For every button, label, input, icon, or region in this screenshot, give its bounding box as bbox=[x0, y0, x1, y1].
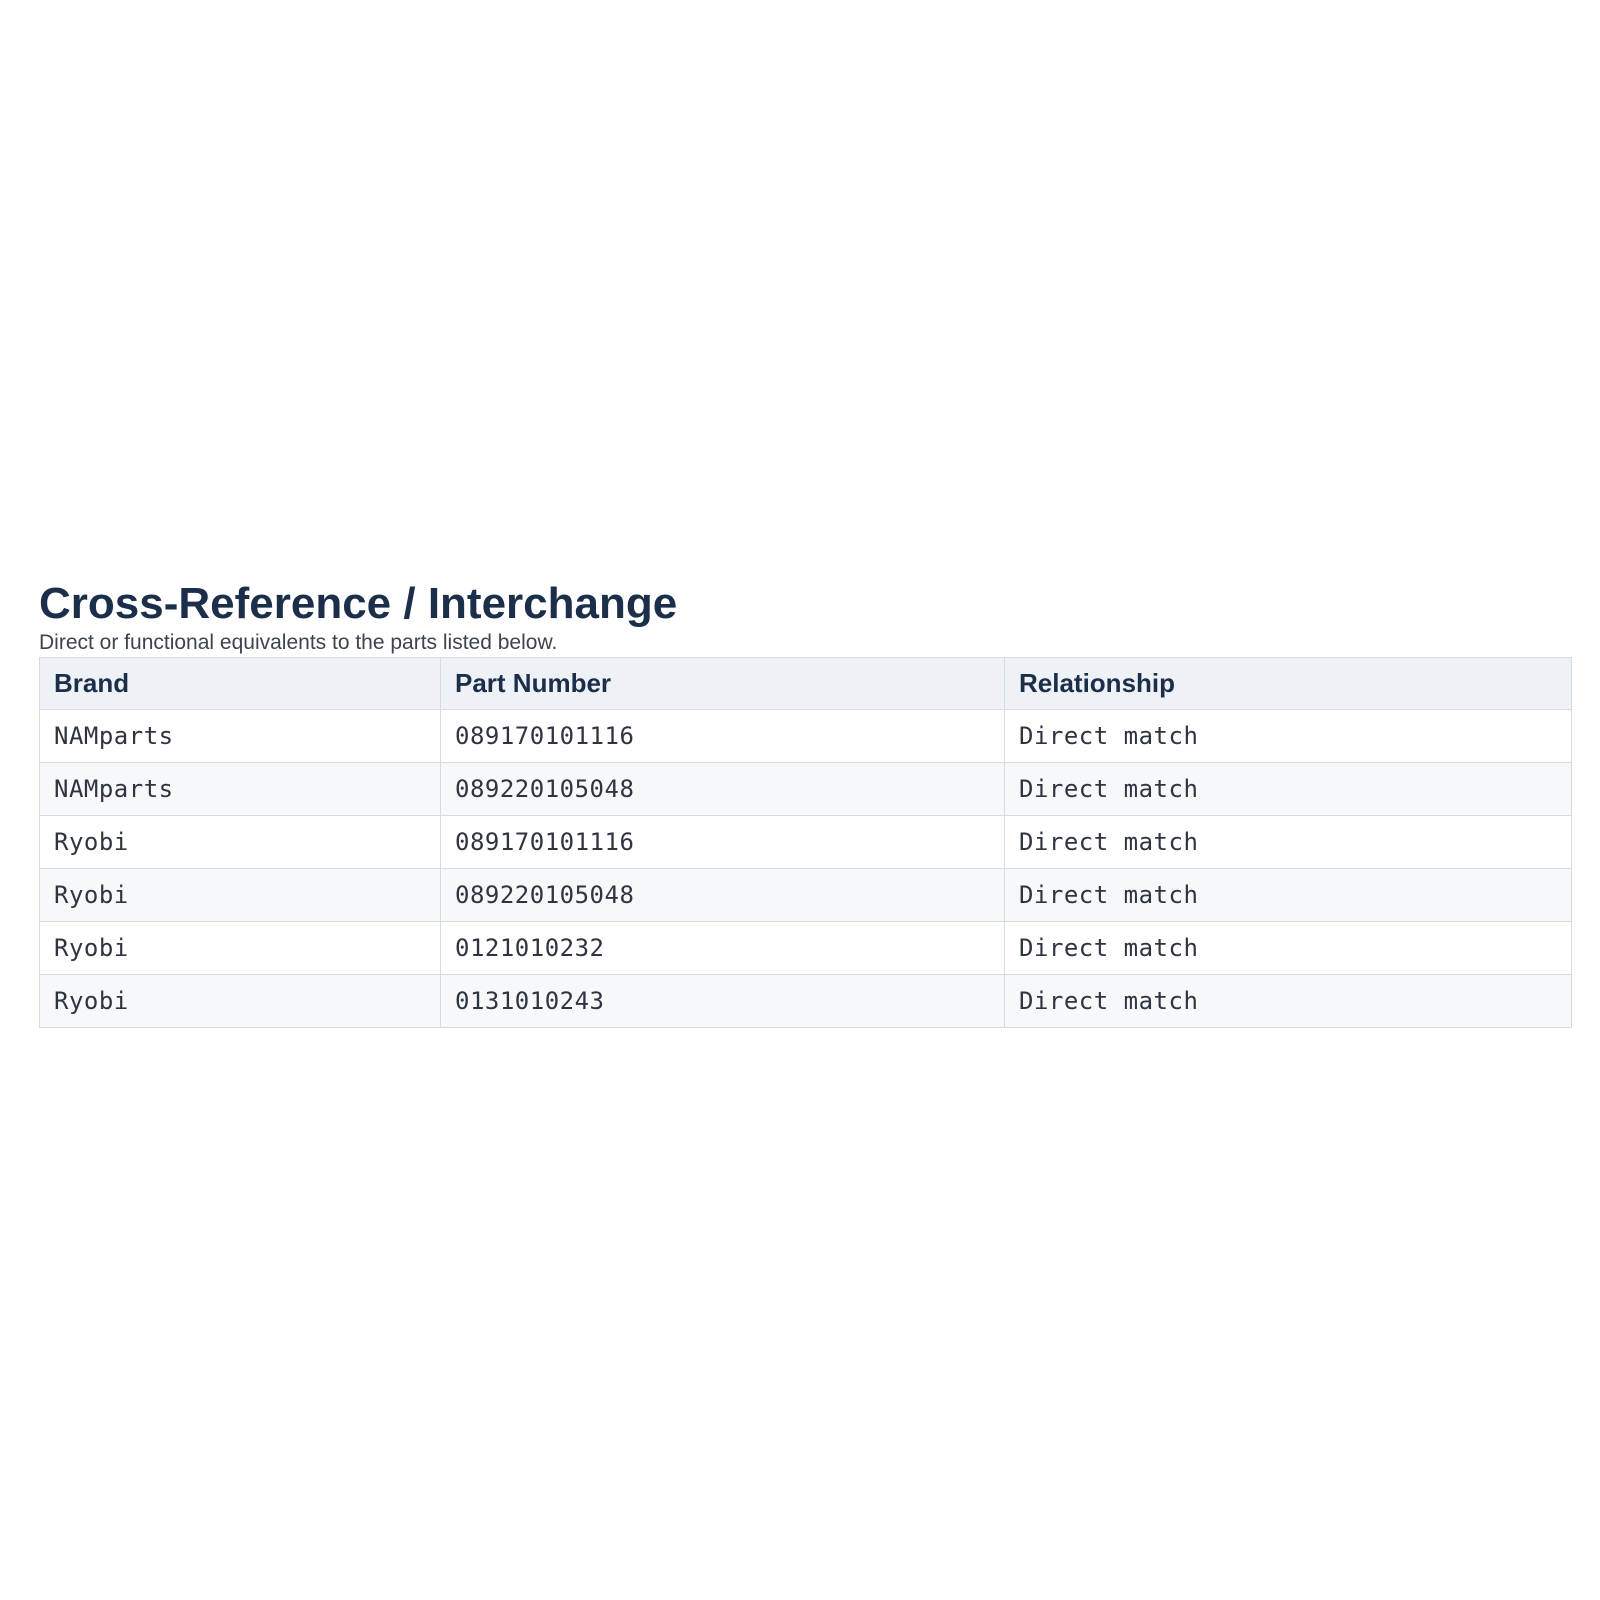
cell-brand: Ryobi bbox=[39, 921, 441, 975]
table-header-row: Brand Part Number Relationship bbox=[39, 657, 1572, 710]
cell-part-number: 089170101116 bbox=[440, 815, 1005, 869]
cell-part-number: 0121010232 bbox=[440, 921, 1005, 975]
cell-relationship: Direct match bbox=[1004, 868, 1572, 922]
cell-brand: NAMparts bbox=[39, 762, 441, 816]
cell-brand: Ryobi bbox=[39, 868, 441, 922]
table-row: Ryobi 0131010243 Direct match bbox=[39, 974, 1572, 1028]
table-row: NAMparts 089220105048 Direct match bbox=[39, 762, 1572, 816]
cell-relationship: Direct match bbox=[1004, 709, 1572, 763]
cell-relationship: Direct match bbox=[1004, 762, 1572, 816]
cell-part-number: 089220105048 bbox=[440, 868, 1005, 922]
cell-relationship: Direct match bbox=[1004, 974, 1572, 1028]
cross-reference-section: Cross-Reference / Interchange Direct or … bbox=[39, 578, 1572, 1028]
column-header-relationship: Relationship bbox=[1004, 657, 1572, 710]
section-title: Cross-Reference / Interchange bbox=[39, 579, 678, 628]
cell-brand: Ryobi bbox=[39, 815, 441, 869]
table-row: NAMparts 089170101116 Direct match bbox=[39, 709, 1572, 763]
section-subtitle: Direct or functional equivalents to the … bbox=[39, 631, 558, 654]
column-header-part-number: Part Number bbox=[440, 657, 1005, 710]
cell-part-number: 0131010243 bbox=[440, 974, 1005, 1028]
cell-brand: Ryobi bbox=[39, 974, 441, 1028]
cell-relationship: Direct match bbox=[1004, 921, 1572, 975]
cell-relationship: Direct match bbox=[1004, 815, 1572, 869]
cell-part-number: 089220105048 bbox=[440, 762, 1005, 816]
table-row: Ryobi 089220105048 Direct match bbox=[39, 868, 1572, 922]
cross-reference-table: Brand Part Number Relationship NAMparts … bbox=[39, 657, 1572, 1028]
cell-part-number: 089170101116 bbox=[440, 709, 1005, 763]
table-row: Ryobi 089170101116 Direct match bbox=[39, 815, 1572, 869]
table-row: Ryobi 0121010232 Direct match bbox=[39, 921, 1572, 975]
column-header-brand: Brand bbox=[39, 657, 441, 710]
cell-brand: NAMparts bbox=[39, 709, 441, 763]
